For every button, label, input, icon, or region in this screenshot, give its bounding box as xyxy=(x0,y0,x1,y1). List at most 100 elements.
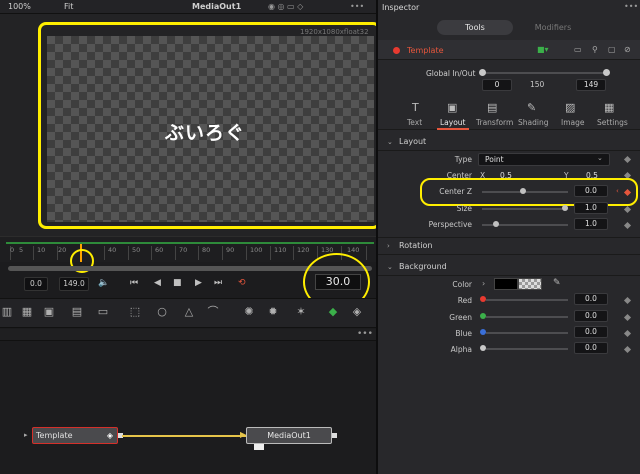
inspector-title: Inspector xyxy=(382,3,420,12)
global-inout-slider[interactable] xyxy=(482,72,606,74)
green-slider[interactable] xyxy=(486,316,568,318)
pin-icon[interactable]: ⚲ xyxy=(592,45,598,54)
tab-modifiers[interactable]: Modifiers xyxy=(515,20,591,35)
play-icon[interactable]: ▶ xyxy=(195,278,202,288)
tab-tools[interactable]: Tools xyxy=(437,20,513,35)
perspective-label: Perspective xyxy=(428,220,472,229)
stop-icon[interactable]: ■ xyxy=(173,278,182,288)
audio-icon[interactable]: 🔈 xyxy=(98,278,109,288)
ruler-tick xyxy=(222,246,223,260)
perspective-field[interactable]: 1.0 xyxy=(574,218,608,230)
particle-emitter-icon[interactable]: ✹ xyxy=(266,305,280,319)
ruler-tick xyxy=(293,246,294,260)
red-field[interactable]: 0.0 xyxy=(574,293,608,305)
tab-layout[interactable]: Layout xyxy=(440,118,466,127)
input-arrow-icon: ▸ xyxy=(24,431,28,439)
tab-settings[interactable]: Settings xyxy=(597,118,628,127)
size-handle[interactable] xyxy=(562,205,568,211)
chevron-down-icon: ⌄ xyxy=(387,263,393,271)
global-out-field[interactable]: 149 xyxy=(576,79,606,91)
image-tool-icon[interactable]: ▦ xyxy=(20,305,34,319)
type-label: Type xyxy=(454,155,472,164)
step-back-icon[interactable]: ◀ xyxy=(154,278,161,288)
chevron-right-icon[interactable]: › xyxy=(482,279,485,288)
ruler-tick-label: 5 xyxy=(19,246,24,254)
image-tab-icon[interactable]: ▨ xyxy=(565,101,575,114)
particle-tool-icon[interactable]: ✺ xyxy=(242,305,256,319)
tool-enable-icon[interactable] xyxy=(393,47,400,54)
viewer-options-icon[interactable]: ◉ ◎ ▭ ◇ xyxy=(268,2,303,11)
media-in-tool-icon[interactable]: ▣ xyxy=(42,305,56,319)
red-slider[interactable] xyxy=(486,299,568,301)
alpha-slider[interactable] xyxy=(486,348,568,350)
type-dropdown[interactable]: Point xyxy=(478,153,610,166)
global-out-handle[interactable] xyxy=(603,69,610,76)
bspline-tool-icon[interactable]: ⌒ xyxy=(206,305,220,319)
blue-slider[interactable] xyxy=(486,332,568,334)
start-time-field[interactable]: 0.0 xyxy=(24,277,48,291)
chevron-right-icon: › xyxy=(387,242,390,250)
mediaout-output-port[interactable] xyxy=(332,433,337,438)
fit-dropdown[interactable]: Fit xyxy=(64,2,73,11)
blue-label: Blue xyxy=(455,329,472,338)
renderer3d-tool-icon[interactable]: ◈ xyxy=(350,305,364,319)
versions-icon[interactable]: ▭ xyxy=(574,45,582,54)
go-to-end-icon[interactable]: ⏭ xyxy=(214,278,222,288)
perspective-handle[interactable] xyxy=(493,221,499,227)
render-range-bar xyxy=(6,242,374,244)
node-template[interactable]: Template ◈ xyxy=(32,427,118,444)
tab-text[interactable]: Text xyxy=(407,118,422,127)
background-tool-icon[interactable]: ▥ xyxy=(0,305,14,319)
global-in-field[interactable]: 0 xyxy=(482,79,512,91)
tab-transform[interactable]: Transform xyxy=(476,118,513,127)
end-time-field[interactable]: 149.0 xyxy=(59,277,89,291)
zoom-dropdown[interactable]: 100% xyxy=(8,2,31,11)
ruler-tick-label: 110 xyxy=(274,246,287,254)
settings-tab-icon[interactable]: ▦ xyxy=(604,101,614,114)
ruler-tick-label: 40 xyxy=(108,246,117,254)
tool-name: Template xyxy=(407,46,444,55)
color-swatch[interactable] xyxy=(494,278,518,290)
rect-tool-icon[interactable]: ▭ xyxy=(96,305,110,319)
global-in-handle[interactable] xyxy=(479,69,486,76)
blue-field[interactable]: 0.0 xyxy=(574,326,608,338)
text-tab-icon[interactable]: T xyxy=(412,101,419,114)
node-editor[interactable] xyxy=(0,342,376,474)
ruler-tick xyxy=(246,246,247,260)
alpha-field[interactable]: 0.0 xyxy=(574,342,608,354)
alpha-swatch[interactable] xyxy=(518,278,542,290)
eyedropper-icon[interactable]: ✎ xyxy=(553,278,561,288)
ruler-tick-label: 10 xyxy=(37,246,46,254)
section-layout-label: Layout xyxy=(399,137,427,146)
node-mediaout[interactable]: MediaOut1 xyxy=(246,427,332,444)
layout-tab-icon[interactable]: ▣ xyxy=(447,101,457,114)
polygon-tool-icon[interactable]: △ xyxy=(182,305,196,319)
mask-tool-icon[interactable]: ⬚ xyxy=(128,305,142,319)
ruler-tick-label: 90 xyxy=(226,246,235,254)
ruler-tick xyxy=(366,246,367,260)
transform-tab-icon[interactable]: ▤ xyxy=(487,101,497,114)
inspector-more-icon[interactable]: ••• xyxy=(624,2,638,11)
color-tag-icon[interactable]: ■▾ xyxy=(537,45,549,54)
loop-icon[interactable]: ⟲ xyxy=(238,278,246,288)
tab-shading[interactable]: Shading xyxy=(518,118,548,127)
tab-image[interactable]: Image xyxy=(561,118,585,127)
ellipse-tool-icon[interactable]: ○ xyxy=(155,305,169,319)
green-field[interactable]: 0.0 xyxy=(574,310,608,322)
ruler-tick-label: 0 xyxy=(10,246,15,254)
go-to-start-icon[interactable]: ⏮ xyxy=(130,278,138,288)
nodes-more-icon[interactable]: ••• xyxy=(357,329,373,339)
lock-icon[interactable]: ▢ xyxy=(608,45,616,54)
size-slider[interactable] xyxy=(482,208,568,210)
section-background-label: Background xyxy=(399,262,447,271)
particle-render-icon[interactable]: ✶ xyxy=(294,305,308,319)
mediaout-preview-indicator xyxy=(254,444,264,450)
ruler-tick xyxy=(175,246,176,260)
more-icon[interactable]: ••• xyxy=(350,2,364,11)
shape3d-tool-icon[interactable]: ◆ xyxy=(326,305,340,319)
merge-tool-icon[interactable]: ▤ xyxy=(70,305,84,319)
size-label: Size xyxy=(456,204,472,213)
shading-tab-icon[interactable]: ✎ xyxy=(527,101,536,114)
reset-icon[interactable]: ⊘ xyxy=(624,45,631,54)
size-field[interactable]: 1.0 xyxy=(574,202,608,214)
